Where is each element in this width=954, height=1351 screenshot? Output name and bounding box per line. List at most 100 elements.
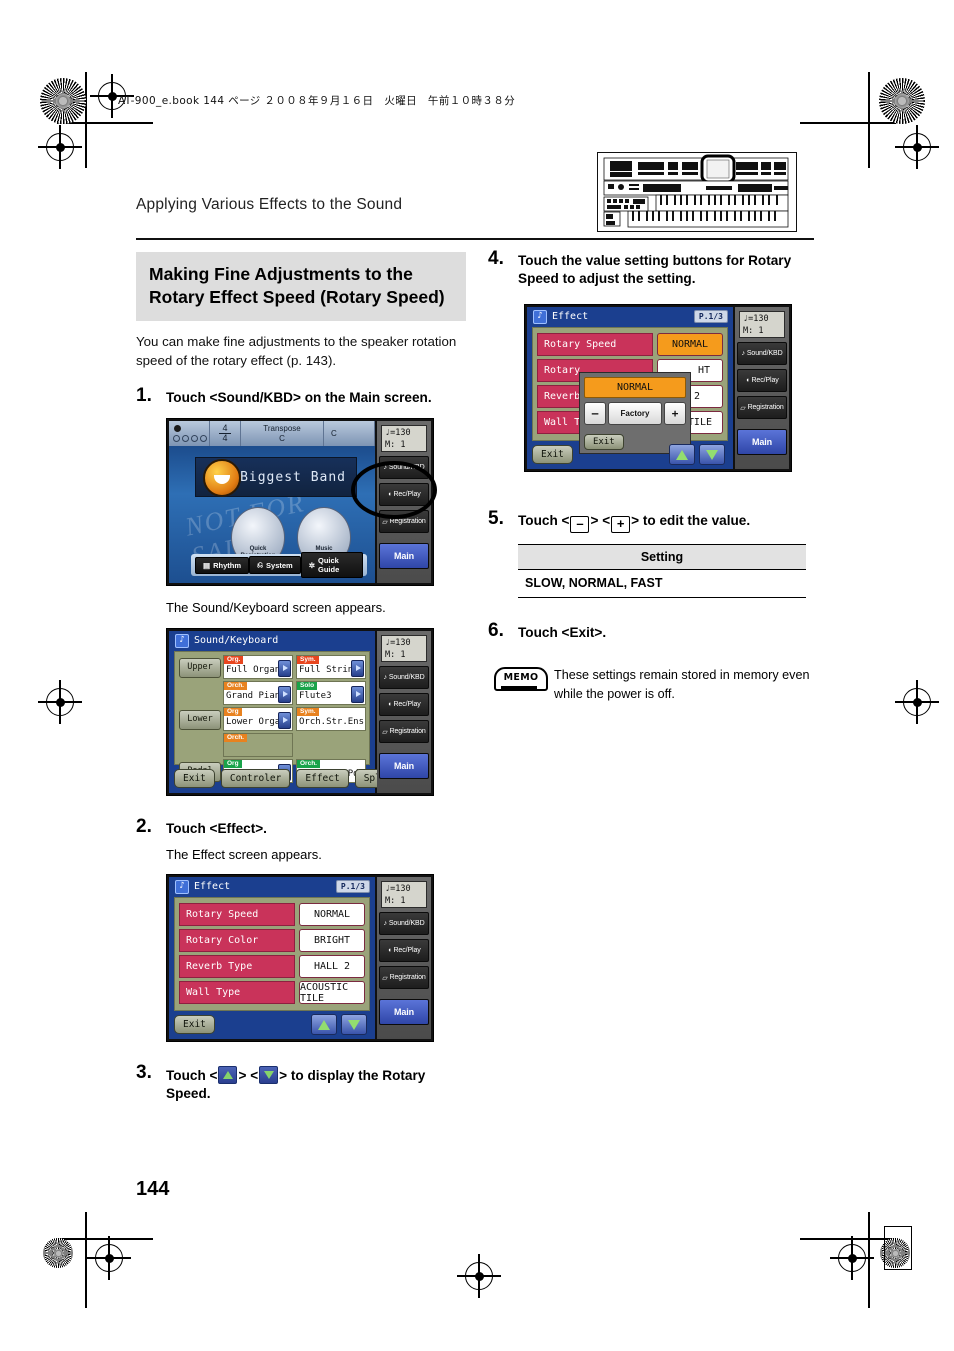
effect-popup-lcd: ♪ Effect P.1/3 Rotary Speed NORMAL Rotar… bbox=[524, 304, 792, 473]
effect-side-buttons: ♩=130 M: 1 ♪ Sound/KBD ◖ Rec/Play ▱ Regi… bbox=[377, 877, 431, 1040]
time-signature[interactable]: 4 4 bbox=[210, 421, 241, 447]
crop-line-top-right-h bbox=[800, 122, 896, 124]
side-button-sound-kbd[interactable]: ♪ Sound/KBD bbox=[379, 666, 429, 690]
system-button[interactable]: ⎌ System bbox=[249, 556, 301, 575]
right-column: 4. Touch the value setting buttons for R… bbox=[488, 248, 818, 705]
side-button-registration[interactable]: ▱ Registration bbox=[737, 396, 787, 420]
setting-column-header: Setting bbox=[518, 544, 806, 571]
tone-tag: Org bbox=[224, 708, 242, 717]
time-signature-denominator: 4 bbox=[222, 433, 228, 444]
beat-indicator-leds bbox=[169, 421, 210, 447]
tone-cell[interactable]: Orch. Grand Piano bbox=[223, 681, 293, 706]
side-button-rec-play[interactable]: ◖ Rec/Play bbox=[737, 369, 787, 393]
side-button-sound-kbd[interactable]: ♪ Sound/KBD bbox=[379, 456, 429, 480]
tone-arrow-icon[interactable] bbox=[351, 660, 364, 678]
part-button-lower[interactable]: Lower bbox=[179, 710, 221, 731]
registration-mark-left-lower bbox=[87, 1236, 131, 1280]
tone-arrow-icon[interactable] bbox=[278, 660, 291, 678]
tone-cell[interactable]: Sym. Full Strings bbox=[296, 655, 366, 680]
rec-play-icon: ◖ bbox=[387, 701, 392, 709]
step-5-text: Touch < – > < + > to edit the value. bbox=[518, 512, 818, 534]
exit-button[interactable]: Exit bbox=[532, 445, 573, 465]
registration-icon: ▱ bbox=[382, 974, 388, 982]
effect-row: Rotary Speed NORMAL bbox=[537, 333, 723, 357]
minus-button[interactable]: – bbox=[584, 402, 606, 426]
effect-row-value-selected[interactable]: NORMAL bbox=[657, 333, 723, 357]
side-button-rec-play[interactable]: ◖ Rec/Play bbox=[379, 483, 429, 507]
section-intro: You can make fine adjustments to the spe… bbox=[136, 334, 457, 369]
effect-row-value[interactable]: BRIGHT bbox=[299, 929, 365, 953]
rhythm-button[interactable]: ▤ Rhythm bbox=[195, 556, 250, 574]
controler-button[interactable]: Controler bbox=[220, 769, 291, 789]
tone-tag: Org. bbox=[224, 656, 244, 665]
tempo-display: ♩=130 M: 1 bbox=[381, 635, 427, 663]
step-5-post: > to edit the value. bbox=[631, 513, 751, 529]
side-button-rec-play[interactable]: ◖ Rec/Play bbox=[379, 939, 429, 963]
plus-button[interactable]: + bbox=[664, 402, 686, 426]
factory-button[interactable]: Factory bbox=[608, 402, 662, 426]
side-button-main[interactable]: Main bbox=[379, 753, 429, 780]
exit-button[interactable]: Exit bbox=[174, 769, 215, 789]
sound-keyboard-title: Sound/Keyboard bbox=[194, 635, 279, 647]
organ-illustration-svg bbox=[598, 153, 794, 229]
song-title-text: Biggest Band bbox=[240, 469, 346, 485]
sound-keyboard-side-buttons: ♩=130 M: 1 ♪ Sound/KBD ◖ Rec/Play ▱ Regi… bbox=[377, 631, 431, 794]
left-column: Making Fine Adjustments to the Rotary Ef… bbox=[136, 252, 466, 1103]
effect-rows: Rotary Speed NORMAL Rotary Color BRIGHT … bbox=[175, 898, 369, 1005]
quick-guide-button[interactable]: ✲ Quick Guide bbox=[300, 552, 363, 579]
memo-block: MEMO These settings remain stored in mem… bbox=[488, 666, 818, 704]
book-file-header: AT-900_e.book 144 ページ ２００８年９月１６日 火曜日 午前１… bbox=[118, 95, 516, 107]
side-button-sound-kbd[interactable]: ♪ Sound/KBD bbox=[379, 912, 429, 936]
tempo-value: ♩=130 bbox=[385, 428, 411, 439]
effect-row-value[interactable]: HALL 2 bbox=[299, 955, 365, 979]
crop-line-bottom-left-h bbox=[57, 1238, 153, 1240]
page-down-button[interactable] bbox=[699, 444, 725, 466]
tone-cell[interactable]: Sym. Orch.Str.Ens bbox=[296, 707, 366, 732]
effect-row-name: Rotary Color bbox=[179, 929, 295, 953]
step-2-result: The Effect screen appears. bbox=[166, 847, 322, 863]
side-button-main[interactable]: Main bbox=[379, 999, 429, 1026]
step-5-number: 5. bbox=[488, 508, 504, 530]
page-up-button[interactable] bbox=[311, 1014, 337, 1036]
key-field[interactable]: C bbox=[324, 421, 375, 447]
effect-content: Rotary Speed NORMAL Rotary Color BRIGHT … bbox=[174, 897, 370, 1012]
step-6: 6. Touch <Exit>. bbox=[488, 620, 818, 642]
transpose-field[interactable]: Transpose C bbox=[241, 421, 324, 447]
step-4: 4. Touch the value setting buttons for R… bbox=[488, 248, 818, 288]
tone-arrow-icon[interactable] bbox=[278, 712, 291, 730]
side-button-rec-play[interactable]: ◖ Rec/Play bbox=[379, 693, 429, 717]
side-button-registration[interactable]: ▱ Registration bbox=[379, 720, 429, 744]
step-4-number: 4. bbox=[488, 248, 504, 269]
tone-cell[interactable]: Orch. bbox=[223, 733, 293, 758]
effect-row-value[interactable]: ACOUSTIC TILE bbox=[299, 981, 365, 1005]
tone-cell[interactable]: Org. Full Organ1 bbox=[223, 655, 293, 680]
registration-mark-right-mid bbox=[895, 680, 939, 724]
tone-arrow-icon[interactable] bbox=[351, 686, 364, 704]
print-control-star-top-right bbox=[879, 78, 925, 124]
effect-row-name: Wall Type bbox=[179, 981, 295, 1005]
effect-popup-side-buttons: ♩=130 M: 1 ♪ Sound/KBD ◖ Rec/Play ▱ Regi… bbox=[735, 307, 789, 470]
side-button-registration[interactable]: ▱ Registration bbox=[379, 966, 429, 990]
step-5: 5. Touch < – > < + > to edit the value. Sett… bbox=[488, 508, 818, 599]
step-1-number: 1. bbox=[136, 384, 152, 406]
tone-arrow-icon[interactable] bbox=[278, 686, 291, 704]
side-button-main[interactable]: Main bbox=[737, 429, 787, 456]
sound-kbd-icon: ♪ bbox=[383, 464, 387, 472]
quick-guide-icon: ✲ bbox=[308, 560, 315, 570]
side-button-registration[interactable]: ▱ Registration bbox=[379, 510, 429, 534]
side-button-sound-kbd[interactable]: ♪ Sound/KBD bbox=[737, 342, 787, 366]
step-3-number: 3. bbox=[136, 1062, 152, 1084]
page-up-button[interactable] bbox=[669, 444, 695, 466]
exit-button[interactable]: Exit bbox=[174, 1015, 215, 1035]
part-button-upper[interactable]: Upper bbox=[179, 658, 221, 679]
tone-cell[interactable]: Solo Flute3 bbox=[296, 681, 366, 706]
tone-grid: Org. Full Organ1 Sym. Full Strings Orch. bbox=[223, 652, 369, 784]
value-setting-popup: NORMAL – Factory + Exit bbox=[579, 372, 691, 455]
effect-row-value[interactable]: NORMAL bbox=[299, 903, 365, 927]
tone-cell[interactable]: Org Lower Organ1 bbox=[223, 707, 293, 732]
effect-button[interactable]: Effect bbox=[296, 769, 349, 789]
side-button-main[interactable]: Main bbox=[379, 543, 429, 570]
popup-buttons-row: – Factory + bbox=[584, 402, 686, 426]
page-down-button[interactable] bbox=[341, 1014, 367, 1036]
effect-title: Effect bbox=[194, 881, 231, 893]
